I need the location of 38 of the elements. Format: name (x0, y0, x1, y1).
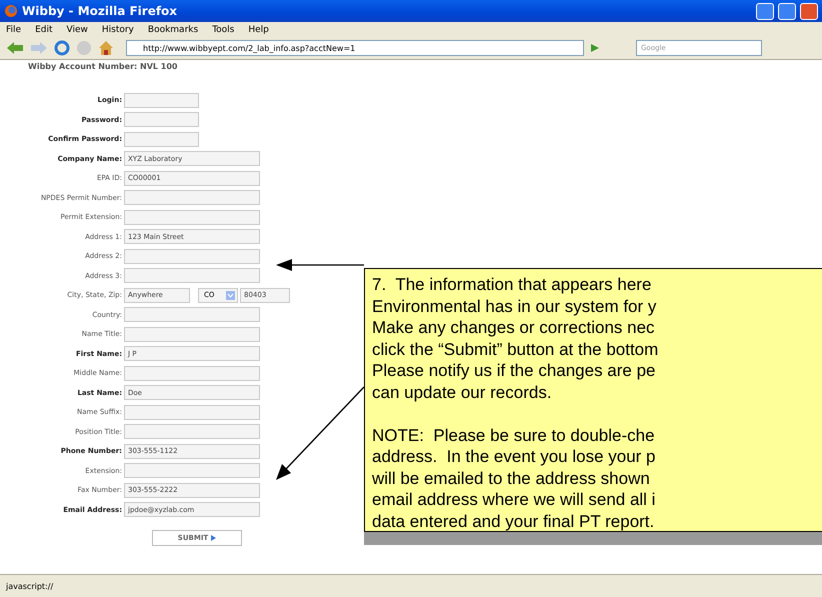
note-paragraph: NOTE: Please be sure to double-che address. In the event you lose your p will be emailed to the address shown email address where we will send all i data entered and your final PT report. (372, 424, 657, 532)
window-title: Wibby - Mozilla Firefox (22, 4, 178, 18)
close-button[interactable] (800, 2, 818, 20)
input-field[interactable] (124, 92, 199, 108)
home-icon[interactable] (98, 40, 114, 56)
input-field[interactable] (124, 210, 260, 225)
caret-icon (226, 290, 235, 300)
reload-icon[interactable] (54, 40, 70, 56)
input-field[interactable] (124, 366, 260, 381)
menu-item[interactable]: Help (248, 24, 269, 34)
input-field[interactable] (124, 463, 260, 478)
input-field[interactable] (124, 307, 260, 322)
note-paragraph: 7. The information that appears here Environmental has in our system for y Make any changes or corrections nec click the “Submit” button at the bottom Please notify us if the changes are pe can update our records. (372, 274, 660, 403)
menu-item[interactable]: File (6, 24, 22, 34)
forward-arrow-icon[interactable] (30, 41, 48, 55)
input-field[interactable] (124, 112, 199, 128)
maximize-button[interactable] (778, 2, 796, 20)
stop-icon[interactable] (76, 40, 92, 56)
menu-item[interactable]: Bookmarks (148, 24, 198, 34)
menu-item[interactable]: Edit (35, 24, 52, 34)
input-field[interactable] (124, 424, 260, 440)
input-field[interactable] (124, 326, 260, 342)
menu-item[interactable]: History (102, 24, 134, 34)
input-field[interactable] (124, 132, 199, 147)
play-icon (211, 535, 216, 541)
input-field[interactable] (124, 404, 260, 420)
address-field[interactable]: http://www.wibbyept.com/2_lab_info.asp?acctNew=1 (126, 40, 584, 56)
back-arrow-icon[interactable] (6, 41, 24, 55)
go-arrow-icon[interactable] (590, 43, 600, 53)
menu-item[interactable]: View (66, 24, 88, 34)
account-number-text: Wibby Account Number: NVL 100 (28, 62, 178, 73)
menu-item[interactable]: Tools (212, 24, 234, 34)
minimize-button[interactable] (756, 2, 774, 20)
status-bar: javascript:// (0, 574, 822, 597)
firefox-logo-icon (4, 4, 18, 18)
input-field[interactable] (124, 248, 260, 264)
input-field[interactable] (124, 190, 260, 206)
input-field[interactable] (124, 268, 260, 284)
